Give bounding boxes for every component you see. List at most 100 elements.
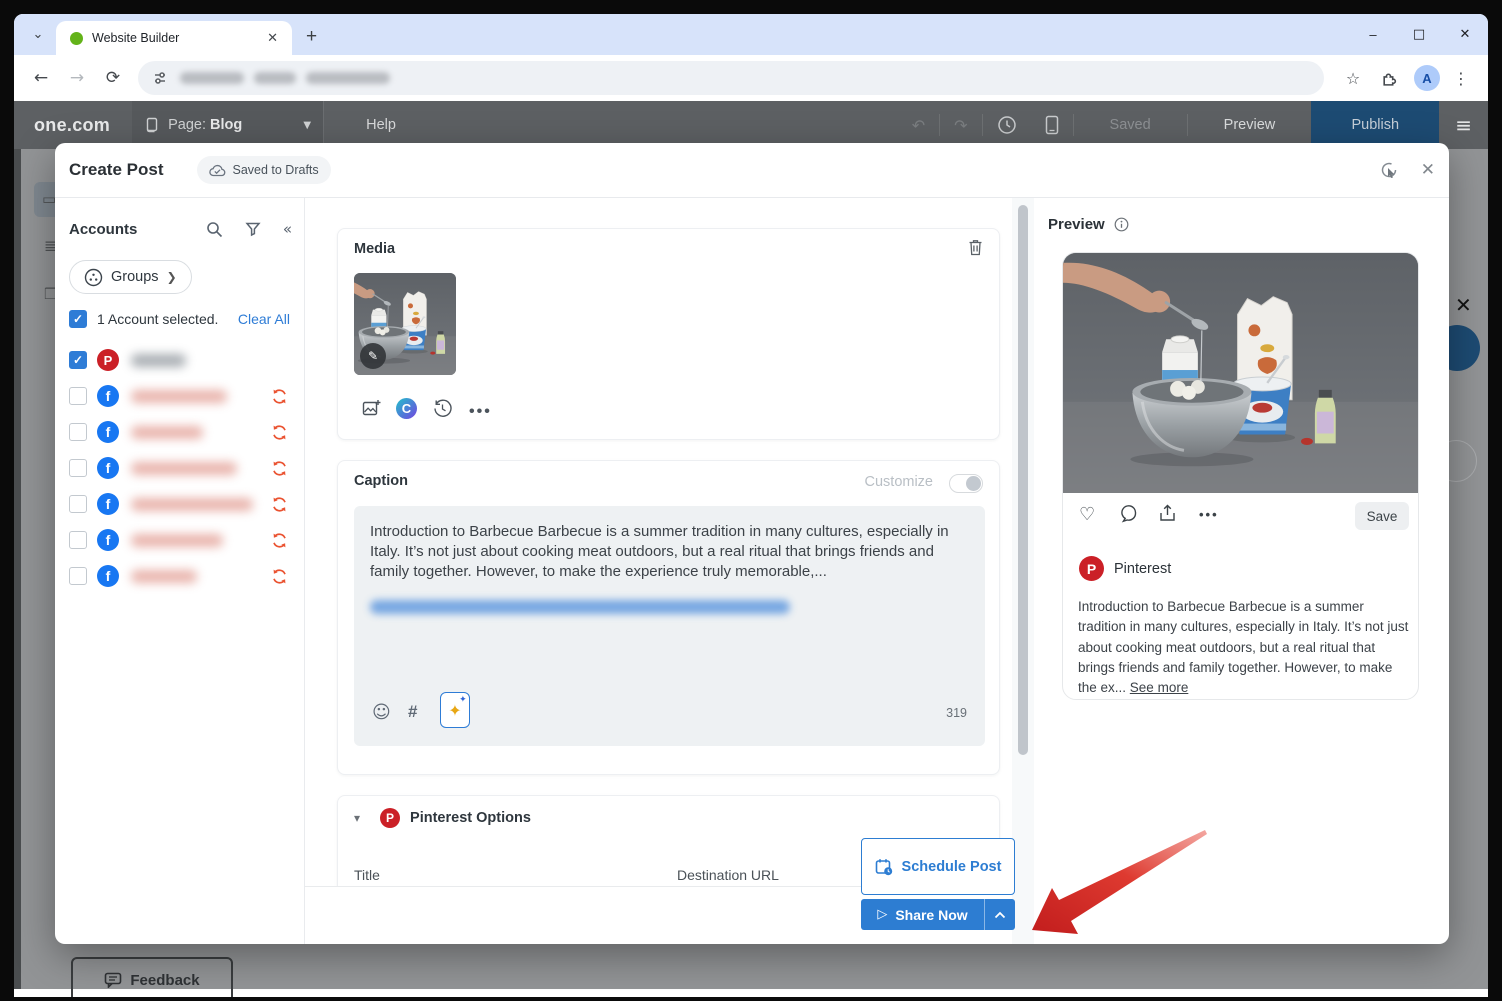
- help-menu[interactable]: Help: [366, 117, 396, 133]
- search-icon[interactable]: [206, 221, 223, 238]
- preview-save-button[interactable]: Save: [1355, 502, 1409, 530]
- share-now-main[interactable]: ▷ Share Now: [861, 899, 985, 930]
- ai-assistant-button[interactable]: ✦✦: [440, 692, 470, 728]
- account-row[interactable]: f: [55, 486, 304, 522]
- account-name-redacted: [131, 570, 197, 583]
- browser-window: ⌄ Website Builder ✕ + – □ ✕ ← → ⟳ ☆: [14, 14, 1488, 997]
- reconnect-button[interactable]: [271, 496, 288, 513]
- reconnect-button[interactable]: [271, 424, 288, 441]
- profile-avatar[interactable]: A: [1414, 65, 1440, 91]
- preview-more-icon[interactable]: •••: [1199, 507, 1219, 522]
- tab-search-chevron-icon[interactable]: ⌄: [24, 21, 52, 49]
- window-maximize-button[interactable]: □: [1396, 14, 1442, 55]
- heart-icon[interactable]: ♡: [1079, 504, 1095, 525]
- schedule-post-button[interactable]: Schedule Post: [861, 838, 1015, 895]
- account-row[interactable]: ✓P: [55, 342, 304, 378]
- undo-icon[interactable]: ↶: [912, 116, 925, 135]
- account-checkbox[interactable]: ✓: [69, 351, 87, 369]
- pinterest-icon: P: [1079, 556, 1104, 581]
- publish-button[interactable]: Publish: [1311, 101, 1439, 149]
- caption-text: Introduction to Barbecue Barbecue is a s…: [370, 522, 970, 582]
- page-icon: [144, 117, 159, 134]
- filter-icon[interactable]: [245, 221, 261, 237]
- account-row[interactable]: f: [55, 414, 304, 450]
- back-icon[interactable]: ←: [26, 63, 56, 93]
- page-selector[interactable]: Page: Blog ▼: [132, 101, 324, 149]
- account-row[interactable]: f: [55, 450, 304, 486]
- share-upload-icon[interactable]: [1159, 504, 1176, 522]
- reconnect-button[interactable]: [271, 388, 288, 405]
- delete-media-icon[interactable]: [968, 239, 983, 261]
- tab-close-icon[interactable]: ✕: [263, 29, 282, 48]
- tab-title: Website Builder: [92, 31, 263, 45]
- builder-menu-icon[interactable]: ≡: [1455, 113, 1472, 137]
- emoji-icon[interactable]: ☺: [372, 702, 391, 723]
- edit-media-pencil-icon[interactable]: ✎: [360, 343, 386, 369]
- refresh-icon[interactable]: [271, 532, 288, 549]
- collapse-sidebar-icon[interactable]: «: [283, 220, 292, 238]
- new-tab-button[interactable]: +: [306, 26, 317, 48]
- redo-icon[interactable]: ↷: [954, 116, 967, 135]
- one-com-logo: one.com: [34, 115, 110, 136]
- extensions-puzzle-icon[interactable]: [1374, 63, 1404, 93]
- feedback-label: Feedback: [130, 972, 199, 989]
- bookmark-star-icon[interactable]: ☆: [1338, 63, 1368, 93]
- history-clock-icon[interactable]: [997, 115, 1017, 135]
- account-checkbox[interactable]: [69, 567, 87, 585]
- groups-button[interactable]: Groups ❯: [69, 260, 192, 294]
- tab-favicon: [70, 32, 83, 45]
- editor-scrollbar-track[interactable]: [1012, 198, 1034, 944]
- caption-textarea[interactable]: Introduction to Barbecue Barbecue is a s…: [354, 506, 985, 746]
- see-more-link[interactable]: See more: [1130, 680, 1189, 695]
- feedback-button[interactable]: Feedback: [71, 957, 233, 997]
- mobile-preview-icon[interactable]: [1045, 115, 1059, 135]
- collapse-section-icon[interactable]: ▾: [354, 811, 360, 825]
- canva-icon[interactable]: C: [396, 398, 417, 419]
- reconnect-button[interactable]: [271, 568, 288, 585]
- window-close-button[interactable]: ✕: [1442, 14, 1488, 55]
- media-label: Media: [354, 241, 395, 257]
- browser-menu-kebab-icon[interactable]: ⋮: [1446, 63, 1476, 93]
- media-more-icon[interactable]: •••: [469, 403, 492, 421]
- comment-icon[interactable]: [1120, 505, 1138, 523]
- reload-icon[interactable]: ⟳: [98, 63, 128, 93]
- refresh-icon[interactable]: [271, 568, 288, 585]
- reconnect-button[interactable]: [271, 460, 288, 477]
- account-checkbox[interactable]: [69, 459, 87, 477]
- pinterest-options-title: Pinterest Options: [410, 810, 531, 826]
- preview-button[interactable]: Preview: [1188, 117, 1312, 133]
- editor-scrollbar-thumb[interactable]: [1018, 205, 1028, 755]
- address-bar[interactable]: [138, 61, 1324, 95]
- account-row[interactable]: f: [55, 522, 304, 558]
- title-field-label: Title: [354, 867, 380, 883]
- add-image-icon[interactable]: [362, 399, 381, 417]
- share-now-button[interactable]: ▷ Share Now: [861, 899, 1015, 930]
- clear-all-link[interactable]: Clear All: [238, 311, 290, 327]
- window-minimize-button[interactable]: –: [1350, 14, 1396, 55]
- account-checkbox[interactable]: [69, 387, 87, 405]
- refresh-icon[interactable]: [271, 496, 288, 513]
- expand-view-icon[interactable]: [1379, 160, 1399, 180]
- reconnect-button[interactable]: [271, 532, 288, 549]
- caption-card: Caption Customize Introduction to Barbec…: [337, 460, 1000, 775]
- hashtag-icon[interactable]: #: [408, 702, 417, 722]
- refresh-icon[interactable]: [271, 388, 288, 405]
- share-options-caret[interactable]: [985, 899, 1015, 930]
- customize-label: Customize: [865, 474, 934, 490]
- select-all-checkbox[interactable]: ✓: [69, 310, 87, 328]
- account-checkbox[interactable]: [69, 423, 87, 441]
- panel-close-icon[interactable]: ✕: [1455, 293, 1472, 317]
- account-checkbox[interactable]: [69, 495, 87, 513]
- modal-close-icon[interactable]: ✕: [1421, 160, 1435, 180]
- media-thumbnail-image[interactable]: VERSE ✎: [354, 273, 456, 375]
- facebook-icon: f: [97, 529, 119, 551]
- browser-tab[interactable]: Website Builder ✕: [56, 21, 292, 55]
- account-row[interactable]: f: [55, 558, 304, 594]
- media-history-icon[interactable]: [433, 399, 452, 418]
- forward-icon[interactable]: →: [62, 63, 92, 93]
- account-checkbox[interactable]: [69, 531, 87, 549]
- customize-toggle[interactable]: [949, 474, 983, 493]
- refresh-icon[interactable]: [271, 424, 288, 441]
- refresh-icon[interactable]: [271, 460, 288, 477]
- account-row[interactable]: f: [55, 378, 304, 414]
